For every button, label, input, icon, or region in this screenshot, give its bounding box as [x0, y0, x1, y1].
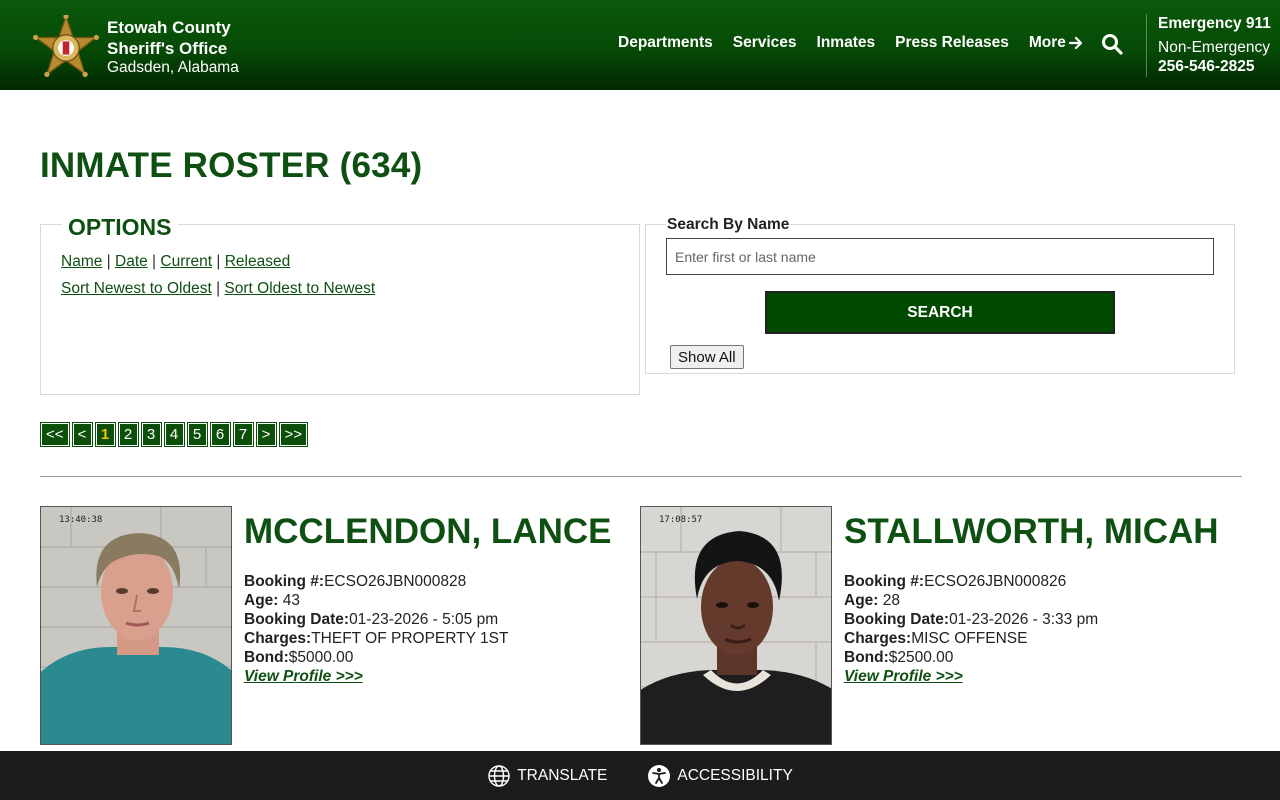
pagination: << < 1 2 3 4 5 6 7 > >>: [40, 422, 309, 447]
org-name-line2: Sheriff's Office: [107, 38, 228, 58]
site-header: Etowah County Sheriff's Office Gadsden, …: [0, 0, 1280, 90]
photo-timestamp: 13:40:38: [59, 515, 103, 525]
sort-by-name-link[interactable]: Name: [61, 253, 102, 270]
accessibility-label: ACCESSIBILITY: [677, 766, 793, 784]
inmate-details: Booking #:ECSO26JBN000828 Age: 43 Bookin…: [244, 572, 508, 686]
globe-icon: [488, 764, 510, 787]
nav-more-label: More: [1028, 34, 1066, 51]
inmate-card: 13:40:38 MCCLENDON, LANCE Booking #:ECSO…: [40, 506, 640, 746]
nav-departments[interactable]: Departments: [618, 34, 713, 52]
nav-inmates[interactable]: Inmates: [817, 34, 876, 52]
search-panel: Search By Name SEARCH Show All: [645, 216, 1235, 374]
inmate-name: MCCLENDON, LANCE: [244, 512, 612, 551]
booking-date: 01-23-2026 - 5:05 pm: [349, 611, 499, 628]
page-next-button[interactable]: >: [255, 422, 277, 447]
charges: MISC OFFENSE: [911, 630, 1028, 647]
bond: $5000.00: [288, 649, 354, 666]
options-title: OPTIONS: [62, 214, 178, 241]
search-name-input[interactable]: [666, 238, 1214, 275]
page-first-button[interactable]: <<: [40, 422, 70, 447]
photo-timestamp: 17:08:57: [659, 515, 703, 525]
main-nav: Departments Services Inmates Press Relea…: [618, 34, 1084, 52]
sort-order-links: Sort Newest to Oldest | Sort Oldest to N…: [61, 280, 376, 297]
page-title: INMATE ROSTER (634): [40, 146, 423, 185]
inmate-details: Booking #:ECSO26JBN000826 Age: 28 Bookin…: [844, 572, 1098, 686]
view-profile-link[interactable]: View Profile >>>: [844, 668, 963, 685]
page-2-button[interactable]: 2: [117, 422, 139, 447]
accessibility-button[interactable]: ACCESSIBILITY: [647, 764, 793, 788]
sheriff-badge-logo: [33, 15, 99, 78]
inmate-card: 17:08:57 STALLWORTH, MICAH Booking #:ECS…: [640, 506, 1240, 746]
sort-by-links: Name | Date | Current | Released: [61, 253, 291, 270]
emergency-number[interactable]: Emergency 911: [1158, 14, 1271, 33]
charges: THEFT OF PROPERTY 1ST: [311, 630, 509, 647]
arrow-right-icon: [1068, 36, 1083, 50]
page-6-button[interactable]: 6: [209, 422, 231, 447]
options-panel: OPTIONS Name | Date | Current | Released…: [40, 214, 640, 395]
org-name-line1: Etowah County: [107, 18, 231, 38]
bond: $2500.00: [888, 649, 954, 666]
search-button[interactable]: SEARCH: [765, 291, 1115, 334]
bond-label: Bond:: [844, 649, 889, 666]
age: 28: [882, 592, 901, 609]
sort-by-date-link[interactable]: Date: [115, 253, 148, 270]
booking-number-label: Booking #:: [244, 573, 325, 590]
contact-info: Emergency 911 Non-Emergency 256-546-2825: [1146, 14, 1271, 77]
show-all-button[interactable]: Show All: [670, 345, 744, 369]
footer-bar: TRANSLATE ACCESSIBILITY: [0, 751, 1280, 800]
age: 43: [282, 592, 301, 609]
booking-date-label: Booking Date:: [244, 611, 350, 628]
page-3-button[interactable]: 3: [140, 422, 162, 447]
booking-date: 01-23-2026 - 3:33 pm: [949, 611, 1099, 628]
booking-number: ECSO26JBN000826: [924, 573, 1067, 590]
sort-oldest-link[interactable]: Sort Oldest to Newest: [224, 280, 375, 297]
accessibility-icon: [648, 764, 671, 787]
translate-button[interactable]: TRANSLATE: [487, 764, 607, 788]
page-1-button[interactable]: 1: [94, 422, 116, 447]
filter-current-link[interactable]: Current: [160, 253, 212, 270]
nav-more[interactable]: More: [1029, 34, 1084, 52]
inmate-photo[interactable]: 13:40:38: [40, 506, 232, 745]
translate-label: TRANSLATE: [517, 766, 608, 784]
charges-label: Charges:: [244, 630, 312, 647]
booking-number-label: Booking #:: [844, 573, 925, 590]
search-icon[interactable]: [1101, 33, 1123, 55]
age-label: Age:: [244, 592, 279, 609]
page-7-button[interactable]: 7: [232, 422, 254, 447]
divider: [40, 476, 1242, 477]
sort-newest-link[interactable]: Sort Newest to Oldest: [61, 280, 212, 297]
nav-press-releases[interactable]: Press Releases: [895, 34, 1009, 52]
search-by-name-label: Search By Name: [666, 216, 791, 234]
charges-label: Charges:: [844, 630, 912, 647]
non-emergency-phone[interactable]: 256-546-2825: [1158, 57, 1271, 76]
inmate-name: STALLWORTH, MICAH: [844, 512, 1219, 551]
inmate-photo[interactable]: 17:08:57: [640, 506, 832, 745]
view-profile-link[interactable]: View Profile >>>: [244, 668, 363, 685]
bond-label: Bond:: [244, 649, 289, 666]
filter-released-link[interactable]: Released: [225, 253, 291, 270]
non-emergency-label: Non-Emergency: [1158, 39, 1270, 56]
page-prev-button[interactable]: <: [71, 422, 93, 447]
page-4-button[interactable]: 4: [163, 422, 185, 447]
nav-services[interactable]: Services: [733, 34, 797, 52]
page-5-button[interactable]: 5: [186, 422, 208, 447]
booking-number: ECSO26JBN000828: [324, 573, 467, 590]
page-last-button[interactable]: >>: [278, 422, 309, 447]
age-label: Age:: [844, 592, 879, 609]
brand-home-link[interactable]: Etowah County Sheriff's Office Gadsden, …: [32, 15, 239, 81]
booking-date-label: Booking Date:: [844, 611, 950, 628]
org-location: Gadsden, Alabama: [107, 59, 239, 77]
